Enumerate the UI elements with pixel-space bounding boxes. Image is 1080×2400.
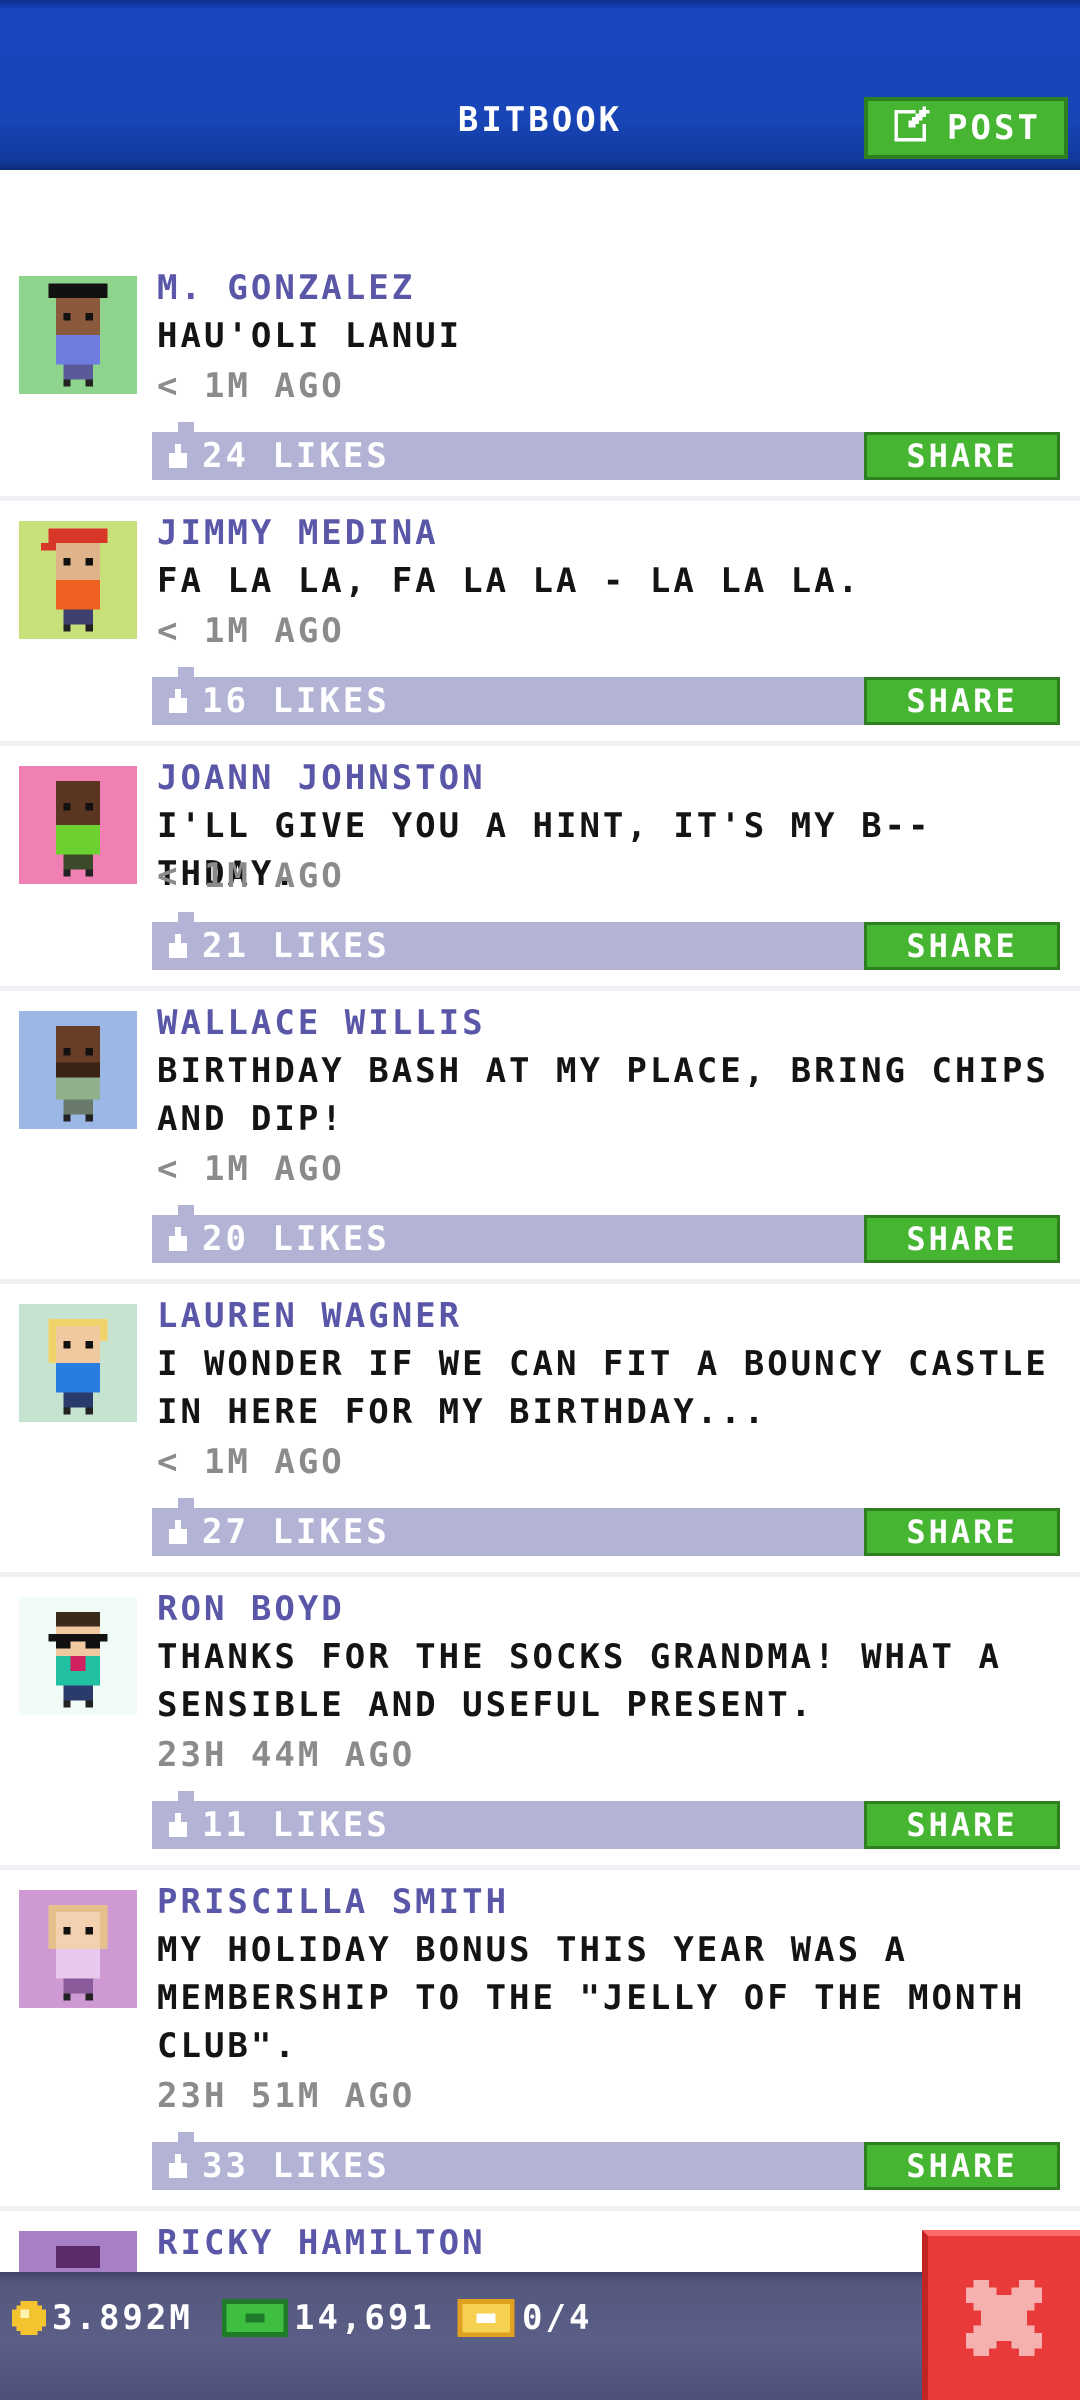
- share-button[interactable]: SHARE: [864, 1801, 1060, 1849]
- close-button[interactable]: [922, 2230, 1080, 2400]
- thumb-up-icon[interactable]: [166, 1520, 190, 1544]
- post-divider: [0, 496, 1080, 501]
- share-button[interactable]: SHARE: [864, 2142, 1060, 2190]
- like-count: 21 LIKES: [202, 926, 390, 966]
- post-time: < 1M AGO: [157, 1442, 345, 1482]
- ticket-icon: [457, 2299, 515, 2337]
- post-author[interactable]: PRISCILLA SMITH: [157, 1882, 509, 1922]
- share-button[interactable]: SHARE: [864, 1215, 1060, 1263]
- thumb-up-icon[interactable]: [166, 2154, 190, 2178]
- post-message: HAU'OLI LANUI: [157, 316, 463, 356]
- post-author[interactable]: M. GONZALEZ: [157, 268, 415, 308]
- like-count: 16 LIKES: [202, 681, 390, 721]
- avatar[interactable]: [19, 1597, 137, 1715]
- post-button[interactable]: POST: [864, 97, 1068, 159]
- bux-stat: 14,691: [222, 2298, 435, 2338]
- like-count: 27 LIKES: [202, 1512, 390, 1552]
- post-time: < 1M AGO: [157, 366, 345, 406]
- post-divider: [0, 1279, 1080, 1284]
- like-count: 11 LIKES: [202, 1805, 390, 1845]
- post-time: 23H 44M AGO: [157, 1735, 416, 1775]
- share-button[interactable]: SHARE: [864, 677, 1060, 725]
- status-bar: 3.892M 14,691 0/4: [0, 2272, 1080, 2400]
- post-author[interactable]: JIMMY MEDINA: [157, 513, 439, 553]
- post-author[interactable]: JOANN JOHNSTON: [157, 758, 486, 798]
- like-bar: 24 LIKES SHARE: [152, 422, 1060, 480]
- thumb-up-icon[interactable]: [166, 1813, 190, 1837]
- like-count: 20 LIKES: [202, 1219, 390, 1259]
- share-button[interactable]: SHARE: [864, 922, 1060, 970]
- post-time: 23H 51M AGO: [157, 2076, 416, 2116]
- avatar[interactable]: [19, 276, 137, 394]
- tickets-value: 0/4: [522, 2298, 593, 2338]
- bux-icon: [222, 2299, 288, 2337]
- post-message: BIRTHDAY BASH AT MY PLACE, BRING CHIPS A…: [157, 1051, 1049, 1139]
- coins-value: 3.892M: [52, 2298, 193, 2338]
- avatar[interactable]: [19, 1011, 137, 1129]
- like-bar: 21 LIKES SHARE: [152, 912, 1060, 970]
- close-icon: [966, 2280, 1042, 2356]
- post-divider: [0, 741, 1080, 746]
- post-button-label: POST: [947, 108, 1041, 148]
- post-message: THANKS FOR THE SOCKS GRANDMA! WHAT A SEN…: [157, 1637, 1002, 1725]
- post-divider: [0, 1572, 1080, 1577]
- avatar[interactable]: [19, 521, 137, 639]
- post-divider: [0, 986, 1080, 991]
- thumb-up-icon[interactable]: [166, 1227, 190, 1251]
- post-divider: [0, 2206, 1080, 2211]
- coins-stat: 3.892M: [12, 2298, 193, 2338]
- avatar[interactable]: [19, 1890, 137, 2008]
- avatar[interactable]: [19, 766, 137, 884]
- like-count: 24 LIKES: [202, 436, 390, 476]
- post-author[interactable]: WALLACE WILLIS: [157, 1003, 486, 1043]
- edit-icon: [891, 103, 933, 154]
- post-message: FA LA LA, FA LA LA - LA LA LA.: [157, 561, 862, 601]
- post-message: I WONDER IF WE CAN FIT A BOUNCY CASTLE I…: [157, 1344, 1049, 1432]
- like-bar: 33 LIKES SHARE: [152, 2132, 1060, 2190]
- post-time: < 1M AGO: [157, 611, 345, 651]
- avatar[interactable]: [19, 1304, 137, 1422]
- like-bar: 27 LIKES SHARE: [152, 1498, 1060, 1556]
- post-author[interactable]: RICKY HAMILTON: [157, 2223, 486, 2263]
- post-author[interactable]: LAUREN WAGNER: [157, 1296, 462, 1336]
- like-bar: 20 LIKES SHARE: [152, 1205, 1060, 1263]
- post-time: < 1M AGO: [157, 1149, 345, 1189]
- bux-value: 14,691: [294, 2298, 435, 2338]
- thumb-up-icon[interactable]: [166, 934, 190, 958]
- tickets-stat: 0/4: [456, 2298, 592, 2338]
- share-button[interactable]: SHARE: [864, 432, 1060, 480]
- like-bar: 16 LIKES SHARE: [152, 667, 1060, 725]
- post-author[interactable]: RON BOYD: [157, 1589, 345, 1629]
- like-bar: 11 LIKES SHARE: [152, 1791, 1060, 1849]
- like-count: 33 LIKES: [202, 2146, 390, 2186]
- thumb-up-icon[interactable]: [166, 444, 190, 468]
- post-time: < 1M AGO: [157, 856, 345, 896]
- thumb-up-icon[interactable]: [166, 689, 190, 713]
- share-button[interactable]: SHARE: [864, 1508, 1060, 1556]
- coin-icon: [12, 2301, 46, 2335]
- post-divider: [0, 1865, 1080, 1870]
- app-header: BITBOOK POST: [0, 0, 1080, 170]
- post-message: MY HOLIDAY BONUS THIS YEAR WAS A MEMBERS…: [157, 1930, 1026, 2066]
